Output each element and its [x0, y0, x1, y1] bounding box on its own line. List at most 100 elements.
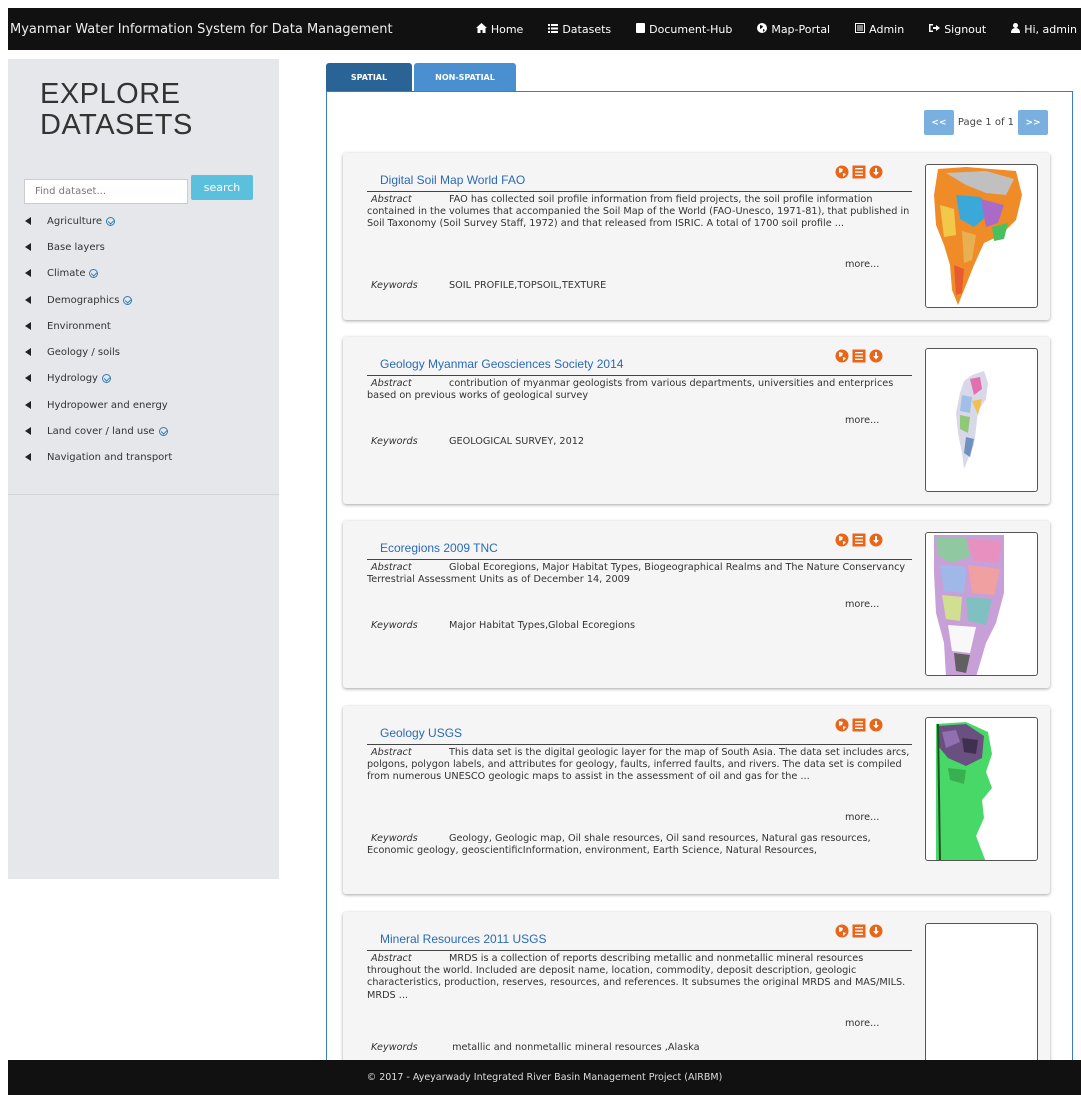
- tags-icon: [25, 348, 37, 357]
- keywords-label: Keywords: [371, 1042, 418, 1053]
- list-alt-icon[interactable]: [852, 165, 866, 179]
- nav-user[interactable]: Hi, admin: [1011, 22, 1077, 36]
- abstract-block: Abstract contribution of myanmar geologis…: [367, 378, 912, 402]
- abstract-block: Abstract Global Ecoregions, Major Habitat…: [367, 562, 912, 586]
- category-label: Geology / soils: [47, 347, 121, 359]
- category-navigation-transport[interactable]: Navigation and transport: [25, 445, 172, 471]
- nav-home-label: Home: [490, 22, 524, 36]
- download-icon[interactable]: [869, 533, 883, 547]
- category-label: Hydropower and energy: [47, 399, 168, 411]
- keywords-block: Keywords SOIL PROFILE,TOPSOIL,TEXTURE: [367, 280, 912, 292]
- dataset-search-input[interactable]: [24, 179, 188, 204]
- list-alt-icon[interactable]: [852, 533, 866, 547]
- list-alt-icon[interactable]: [852, 718, 866, 732]
- download-icon[interactable]: [869, 924, 883, 938]
- dataset-thumbnail[interactable]: [925, 164, 1038, 308]
- abstract-block: Abstract This data set is the digital geo…: [367, 747, 912, 784]
- category-hydrology[interactable]: Hydrology: [25, 366, 172, 392]
- nav-admin-label: Admin: [869, 22, 905, 36]
- check-circle-icon: [123, 295, 133, 305]
- category-label: Environment: [47, 320, 111, 332]
- keywords-block: Keywords Geology, Geologic map, Oil shale…: [367, 833, 912, 857]
- globe-icon[interactable]: [835, 165, 849, 179]
- sidebar-divider: [8, 494, 279, 495]
- abstract-text: This data set is the digital geologic la…: [367, 747, 910, 783]
- abstract-label: Abstract: [371, 378, 412, 389]
- dataset-title-link[interactable]: Digital Soil Map World FAO: [380, 173, 525, 187]
- tab-spatial[interactable]: SPATIAL: [326, 63, 412, 92]
- list-alt-icon[interactable]: [852, 349, 866, 363]
- more-link[interactable]: more...: [845, 1018, 879, 1029]
- globe-icon[interactable]: [835, 718, 849, 732]
- explore-datasets-title: EXPLORE DATASETS: [40, 78, 193, 141]
- category-label: Base layers: [47, 241, 105, 253]
- list-alt-icon: [855, 22, 866, 36]
- nav-map-portal[interactable]: Map-Portal: [757, 22, 830, 36]
- tags-icon: [25, 322, 37, 331]
- category-base-layers[interactable]: Base layers: [25, 234, 172, 260]
- dataset-thumbnail[interactable]: [925, 532, 1038, 676]
- globe-icon[interactable]: [835, 533, 849, 547]
- nav-menu: Home Datasets Document-Hub Map-Portal Ad…: [451, 22, 1081, 36]
- keywords-label: Keywords: [371, 436, 418, 447]
- keywords-block: Keywords Major Habitat Types,Global Ecore…: [367, 620, 912, 632]
- nav-signout[interactable]: Signout: [929, 23, 986, 36]
- dataset-title-link[interactable]: Geology Myanmar Geosciences Society 2014: [380, 357, 623, 371]
- keywords-text: metallic and nonmetallic mineral resourc…: [449, 1042, 700, 1053]
- keywords-label: Keywords: [371, 833, 418, 844]
- dataset-card: Ecoregions 2009 TNC Abstract Global Ecore…: [343, 521, 1050, 688]
- category-label: Climate: [47, 268, 86, 280]
- list-alt-icon[interactable]: [852, 924, 866, 938]
- nav-datasets[interactable]: Datasets: [548, 23, 611, 36]
- category-land-cover[interactable]: Land cover / land use: [25, 418, 172, 444]
- download-icon[interactable]: [869, 165, 883, 179]
- keywords-label: Keywords: [371, 620, 418, 631]
- search-button[interactable]: search: [191, 175, 253, 200]
- abstract-text: FAO has collected soil profile informati…: [367, 194, 910, 230]
- category-agriculture[interactable]: Agriculture: [25, 208, 172, 234]
- nav-document-hub[interactable]: Document-Hub: [636, 22, 732, 36]
- app-brand[interactable]: Myanmar Water Information System for Dat…: [8, 22, 451, 37]
- prev-page-button[interactable]: <<: [923, 110, 954, 135]
- download-icon[interactable]: [869, 349, 883, 363]
- download-icon[interactable]: [869, 718, 883, 732]
- abstract-label: Abstract: [371, 747, 412, 758]
- home-icon: [475, 22, 487, 36]
- more-link[interactable]: more...: [845, 812, 879, 823]
- category-environment[interactable]: Environment: [25, 313, 172, 339]
- dataset-thumbnail[interactable]: [925, 348, 1038, 492]
- category-label: Land cover / land use: [47, 426, 155, 438]
- dataset-actions: [835, 924, 886, 938]
- category-demographics[interactable]: Demographics: [25, 287, 172, 313]
- category-hydropower-energy[interactable]: Hydropower and energy: [25, 392, 172, 418]
- tab-non-spatial[interactable]: NON-SPATIAL: [414, 63, 516, 92]
- keywords-text: SOIL PROFILE,TOPSOIL,TEXTURE: [449, 280, 607, 291]
- check-circle-icon: [158, 427, 168, 437]
- dataset-search: search: [24, 175, 253, 204]
- nav-admin[interactable]: Admin: [855, 22, 905, 36]
- next-page-button[interactable]: >>: [1018, 110, 1048, 135]
- dataset-title-link[interactable]: Ecoregions 2009 TNC: [380, 541, 498, 555]
- dataset-title-link[interactable]: Geology USGS: [380, 726, 462, 740]
- dataset-card: Geology Myanmar Geosciences Society 2014…: [343, 337, 1050, 504]
- more-link[interactable]: more...: [845, 599, 879, 610]
- category-climate[interactable]: Climate: [25, 261, 172, 287]
- globe-icon[interactable]: [835, 924, 849, 938]
- title-divider: [367, 744, 912, 745]
- nav-home[interactable]: Home: [475, 22, 524, 36]
- dataset-card: Mineral Resources 2011 USGS Abstract MRDS…: [343, 912, 1050, 1066]
- check-circle-icon: [101, 374, 111, 384]
- category-geology-soils[interactable]: Geology / soils: [25, 339, 172, 365]
- abstract-block: Abstract FAO has collected soil profile i…: [367, 194, 912, 231]
- tags-icon: [25, 217, 37, 226]
- globe-icon[interactable]: [835, 349, 849, 363]
- dataset-thumbnail[interactable]: [925, 923, 1038, 1066]
- more-link[interactable]: more...: [845, 415, 879, 426]
- dataset-thumbnail[interactable]: [925, 717, 1038, 861]
- page-indicator: Page 1 of 1: [957, 117, 1014, 128]
- dataset-title-link[interactable]: Mineral Resources 2011 USGS: [380, 932, 547, 946]
- signout-icon: [929, 23, 941, 36]
- abstract-label: Abstract: [371, 562, 412, 573]
- more-link[interactable]: more...: [845, 259, 879, 270]
- keywords-block: Keywords metallic and nonmetallic minera…: [367, 1042, 912, 1054]
